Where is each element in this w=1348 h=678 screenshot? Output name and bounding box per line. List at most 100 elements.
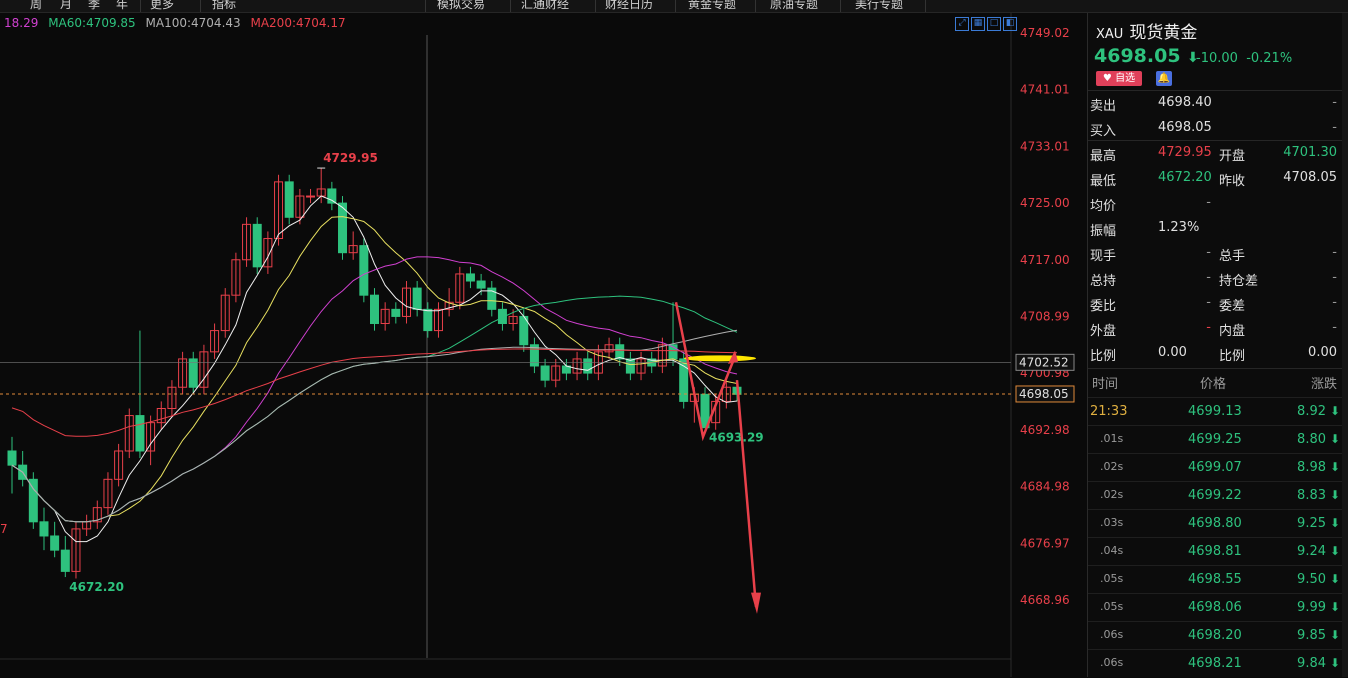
tick-price: 4699.25: [1188, 432, 1242, 447]
instrument-title: XAU 现货黄金: [1096, 18, 1197, 43]
candle-body: [583, 358, 593, 374]
instrument-symbol: XAU: [1096, 27, 1124, 42]
ma-first-legend: 18.29: [4, 16, 39, 30]
last-price: 4698.05 ⬇: [1094, 45, 1199, 67]
tick-time: .02s: [1100, 488, 1124, 501]
tick-change: 8.80: [1297, 432, 1326, 447]
candle-body: [284, 181, 294, 218]
quote-label: 现手: [1090, 249, 1117, 264]
tick-price: 4699.22: [1188, 488, 1242, 503]
candle-body: [252, 223, 262, 268]
quote-row: 现手 - 总手 -: [1088, 241, 1348, 266]
y-tick-label: 4684.98: [1020, 480, 1070, 494]
arrow-down-icon: ⬇: [1329, 544, 1340, 558]
tick-time: .02s: [1100, 460, 1124, 473]
toolbar-item-0[interactable]: 周: [30, 0, 42, 12]
candle-body: [60, 549, 70, 572]
low-annotation: 4672.20: [69, 580, 124, 594]
add-watchlist-button[interactable]: ♥ 自选: [1096, 71, 1142, 86]
chart-canvas[interactable]: 4749.02 4741.01 4733.01 4725.00 4717.00 4708.…: [0, 13, 1087, 677]
highlight-marker: [684, 355, 756, 362]
quote-label: 均价: [1090, 199, 1117, 214]
ma100-legend: MA100:4704.43: [145, 16, 241, 30]
tick-price: 4699.13: [1188, 404, 1242, 419]
tick-row: 21:33 4699.13 8.92 ⬇: [1088, 397, 1342, 426]
tick-row: .01s 4699.25 8.80 ⬇: [1088, 425, 1342, 454]
toolbar-item-7[interactable]: 汇通财经: [521, 0, 569, 12]
quote-value: 4701.30: [1283, 145, 1337, 160]
ma60-legend: MA60:4709.85: [48, 16, 136, 30]
quote-row: 外盘 - 内盘 -: [1088, 316, 1348, 341]
grid-icon[interactable]: ▦: [971, 17, 985, 31]
instrument-name: 现货黄金: [1129, 23, 1198, 43]
ticks-header-chg: 涨跌: [1310, 377, 1337, 392]
price-change-pct: -0.21%: [1246, 51, 1293, 66]
tick-price: 4698.20: [1188, 628, 1242, 643]
candlestick-chart[interactable]: 4749.02 4741.01 4733.01 4725.00 4717.00 4708.…: [0, 13, 1087, 677]
quote-label: 振幅: [1090, 224, 1117, 239]
tick-time: 21:33: [1090, 404, 1128, 419]
candle-body: [615, 344, 625, 360]
quote-value: 4672.20: [1158, 170, 1212, 185]
candle-body: [188, 358, 198, 388]
toolbar-item-3[interactable]: 年: [116, 0, 128, 12]
arrow-down-icon: ⬇: [1329, 628, 1340, 642]
tick-time: .06s: [1100, 656, 1124, 669]
arrow-down-icon: ⬇: [1329, 404, 1340, 418]
quote-value: -: [1332, 120, 1337, 135]
candle-body: [391, 308, 401, 317]
quote-row: 振幅 1.23%: [1088, 216, 1348, 241]
left-edge-label: 7: [0, 522, 8, 536]
tick-price: 4698.80: [1188, 516, 1242, 531]
tick-row: .06s 4698.20 9.85 ⬇: [1088, 621, 1342, 650]
tick-change: 8.98: [1297, 460, 1326, 475]
quote-value: 4729.95: [1158, 145, 1212, 160]
toolbar-item-9[interactable]: 黄金专题: [688, 0, 736, 12]
quote-value: -: [1206, 295, 1211, 310]
y-tick-label: 4725.00: [1020, 196, 1070, 210]
quote-row: 均价 -: [1088, 191, 1348, 216]
candle-body: [465, 273, 475, 282]
tick-price: 4698.55: [1188, 572, 1242, 587]
toolbar-item-5[interactable]: 指标: [212, 0, 236, 12]
toolbar-separator: [595, 0, 596, 12]
fullscreen-icon[interactable]: ⤢: [955, 17, 969, 31]
toolbar-item-1[interactable]: 月: [60, 0, 72, 12]
alert-bell-icon[interactable]: 🔔: [1156, 71, 1172, 86]
candle-body: [423, 308, 433, 332]
quote-label: 比例: [1219, 349, 1246, 364]
tick-change: 9.50: [1297, 572, 1326, 587]
expand-icon[interactable]: □: [987, 17, 1001, 31]
quote-label: 委差: [1219, 299, 1246, 314]
quote-value: -: [1332, 95, 1337, 110]
quote-value: -: [1206, 245, 1211, 260]
candle-body: [7, 450, 17, 466]
tick-row: .05s 4698.55 9.50 ⬇: [1088, 565, 1342, 594]
ticks-header-time: 时间: [1092, 377, 1119, 392]
toolbar-separator: [925, 0, 926, 12]
tick-change: 9.24: [1297, 544, 1326, 559]
toolbar-item-11[interactable]: 美行专题: [855, 0, 903, 12]
candle-body: [50, 535, 60, 551]
toolbar-item-2[interactable]: 季: [88, 0, 100, 12]
layout-icon[interactable]: ◧: [1003, 17, 1017, 31]
ticks-header: 时间 价格 涨跌: [1088, 369, 1348, 394]
toolbar-item-4[interactable]: 更多: [150, 0, 174, 12]
quote-label: 买入: [1090, 124, 1117, 139]
tick-row: .02s 4699.22 8.83 ⬇: [1088, 481, 1342, 510]
candle-body: [306, 195, 316, 198]
panel-scrollbar[interactable]: [1342, 13, 1348, 677]
y-tick-label: 4708.99: [1020, 310, 1070, 324]
tick-change: 9.25: [1297, 516, 1326, 531]
y-tick-label: 4668.96: [1020, 593, 1070, 607]
toolbar-item-8[interactable]: 财经日历: [605, 0, 653, 12]
ticks-header-price: 价格: [1200, 377, 1227, 392]
candle-body: [135, 415, 145, 452]
candle-body: [540, 365, 550, 381]
quote-label: 最高: [1090, 149, 1117, 164]
tick-change: 8.83: [1297, 488, 1326, 503]
toolbar-item-10[interactable]: 原油专题: [770, 0, 818, 12]
quote-row: 最低 4672.20 昨收 4708.05: [1088, 166, 1348, 191]
quote-value: 4698.05: [1158, 120, 1212, 135]
toolbar-item-6[interactable]: 模拟交易: [437, 0, 485, 12]
